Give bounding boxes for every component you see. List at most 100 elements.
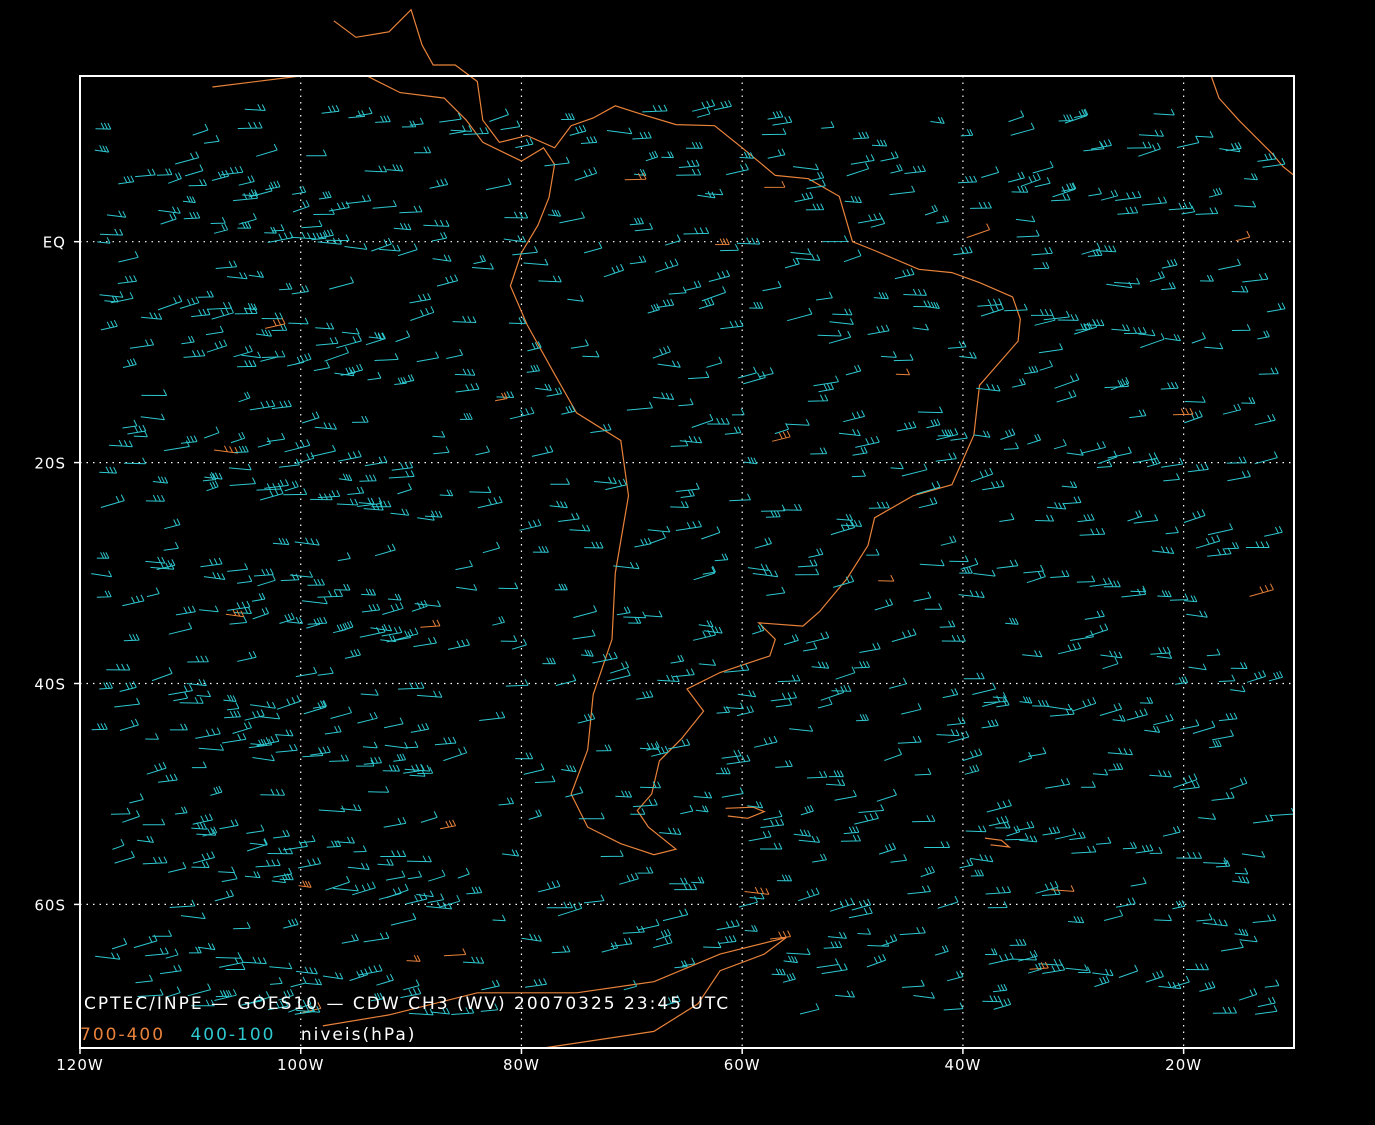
wind-barb — [823, 940, 843, 949]
wind-barb — [364, 165, 388, 173]
wind-barb — [583, 894, 605, 904]
wind-barb — [368, 785, 390, 793]
wind-barb — [634, 537, 652, 548]
wind-barb — [1235, 230, 1251, 242]
wind-barb — [119, 681, 137, 692]
wind-barb — [269, 962, 293, 970]
wind-barb — [253, 568, 274, 577]
wind-barb — [315, 322, 335, 330]
wind-barb — [237, 575, 253, 584]
wind-barb — [999, 513, 1015, 522]
wind-barb — [264, 226, 277, 234]
wind-barb — [279, 282, 293, 291]
wind-barb — [511, 638, 527, 650]
wind-barb — [1118, 964, 1139, 978]
wind-barb — [238, 391, 251, 403]
wind-barb — [554, 583, 568, 591]
wind-barb — [1242, 272, 1269, 283]
wind-barb — [1091, 139, 1112, 150]
wind-barb — [434, 736, 457, 746]
wind-barb — [609, 661, 630, 674]
wind-barb — [760, 842, 783, 850]
wind-barb — [227, 600, 251, 611]
wind-barb — [156, 168, 173, 176]
wind-barb — [1198, 813, 1217, 820]
wind-barb — [596, 744, 612, 752]
wind-barb — [1020, 173, 1041, 187]
wind-barb — [829, 897, 855, 912]
wind-barb — [1199, 274, 1214, 282]
wind-barb — [1199, 981, 1216, 992]
wind-barb — [805, 631, 830, 644]
wind-barb — [1114, 277, 1141, 285]
wind-barb — [969, 854, 994, 863]
wind-barb — [129, 793, 144, 804]
wind-barb — [559, 211, 585, 224]
wind-barb — [762, 280, 782, 292]
wind-barb — [668, 738, 691, 750]
wind-barb — [574, 166, 598, 181]
wind-barb — [632, 131, 652, 140]
wind-barb — [1015, 215, 1036, 223]
wind-barb — [1068, 915, 1085, 924]
wind-barb — [416, 351, 440, 363]
wind-barb — [642, 104, 668, 113]
coastline — [1210, 75, 1295, 176]
wind-barb — [753, 735, 778, 748]
wind-barb — [1034, 177, 1051, 188]
wind-barb — [266, 432, 286, 443]
wind-barb — [1061, 481, 1078, 489]
wind-barb — [100, 319, 118, 331]
wind-barb — [647, 303, 660, 314]
wind-barb — [982, 995, 1002, 1003]
wind-barb — [238, 175, 255, 186]
wind-barb — [894, 268, 915, 280]
wind-barb — [679, 435, 703, 444]
wind-barb — [454, 368, 476, 376]
wind-barb — [1007, 171, 1025, 183]
wind-barb — [112, 838, 125, 850]
longitude-tick-labels: 120W 100W 80W 60W 40W 20W — [56, 1048, 1201, 1074]
wind-barb — [424, 510, 443, 518]
wind-barb — [330, 706, 353, 719]
wind-barb — [213, 223, 229, 234]
wind-barb — [1005, 832, 1029, 841]
wind-barb — [1207, 523, 1234, 536]
wind-barb — [252, 607, 270, 620]
wind-barb — [459, 412, 473, 420]
wind-barb — [601, 941, 619, 953]
wind-barb — [341, 933, 359, 944]
wind-barb — [1209, 739, 1222, 749]
wind-barb — [1122, 841, 1137, 850]
wind-barb — [783, 634, 799, 646]
wind-barb — [288, 317, 309, 325]
wind-barb — [260, 788, 286, 796]
wind-barb — [355, 759, 375, 767]
wind-barb — [716, 767, 731, 775]
wind-barb — [96, 590, 112, 598]
y-tick-label: EQ — [43, 234, 66, 252]
wind-barb — [210, 216, 226, 224]
wind-barb — [443, 746, 468, 762]
wind-barb — [523, 763, 545, 775]
wind-barb — [1218, 674, 1236, 682]
wind-barb — [890, 854, 908, 863]
wind-barb — [1032, 160, 1054, 174]
wind-barb — [874, 598, 894, 611]
wind-barb — [317, 589, 344, 598]
wind-barb — [241, 351, 262, 359]
wind-barb — [364, 455, 388, 467]
wind-barb — [192, 851, 216, 864]
wind-barb — [1103, 909, 1124, 921]
wind-barb — [210, 785, 223, 796]
wind-barb — [901, 463, 928, 477]
wind-barb — [531, 445, 554, 457]
wind-barb — [593, 476, 617, 484]
x-tick-label: 40W — [944, 1056, 981, 1074]
wind-barb — [942, 688, 959, 699]
wind-barb — [204, 471, 223, 480]
wind-barb — [183, 211, 201, 220]
wind-barb — [179, 696, 204, 704]
wind-barb — [1126, 141, 1152, 149]
wind-barb — [936, 729, 960, 737]
